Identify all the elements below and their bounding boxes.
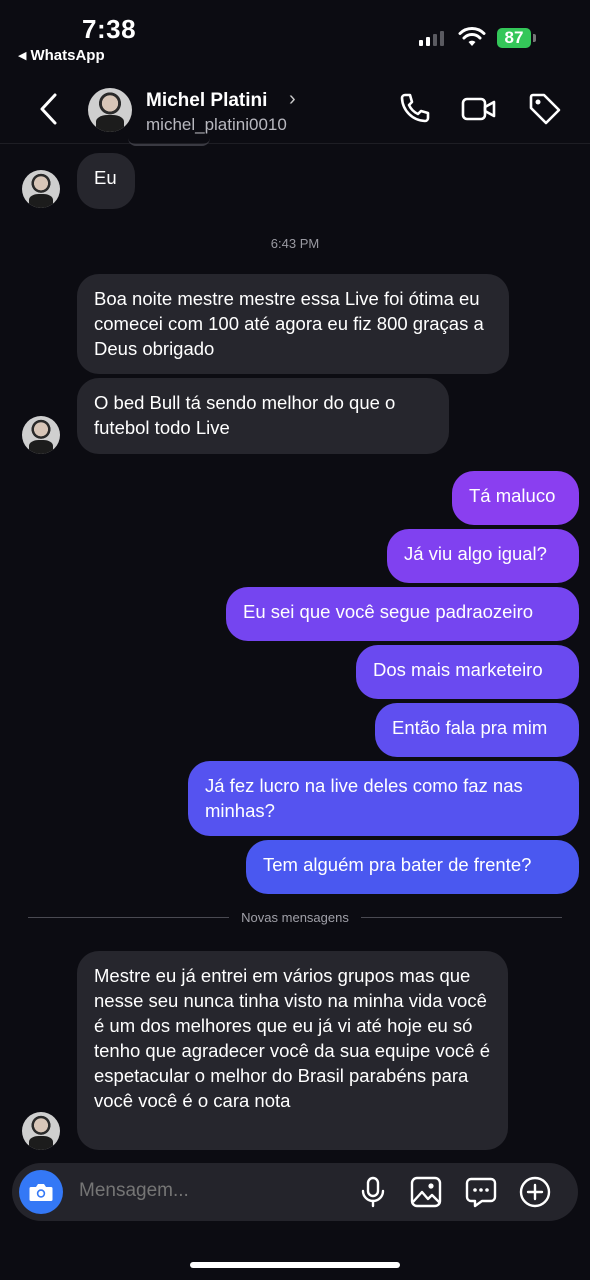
message-outgoing[interactable]: Tem alguém pra bater de frente? <box>246 840 579 894</box>
battery-indicator: 87 <box>497 28 531 48</box>
message-outgoing[interactable]: Já fez lucro na live deles como faz nas … <box>188 761 579 836</box>
contact-username[interactable]: michel_platini0010 <box>146 115 287 135</box>
message-outgoing[interactable]: Eu sei que você segue padraozeiro <box>226 587 579 641</box>
sender-avatar[interactable] <box>22 416 60 454</box>
contact-avatar[interactable] <box>88 88 132 132</box>
new-messages-divider: Novas mensagens <box>28 909 563 925</box>
message-outgoing[interactable]: Dos mais marketeiro <box>356 645 579 699</box>
clock: 7:38 <box>82 14 137 44</box>
new-messages-label: Novas mensagens <box>241 909 349 925</box>
message-input[interactable] <box>77 1179 341 1203</box>
message-incoming[interactable]: Eu <box>77 153 135 209</box>
tag-icon[interactable] <box>527 91 563 127</box>
add-icon[interactable] <box>518 1175 552 1209</box>
message-incoming[interactable]: Mestre eu já entrei em vários grupos mas… <box>77 951 508 1150</box>
status-bar: 7:38 ◀ WhatsApp 87 <box>0 0 590 70</box>
back-to-app-link[interactable]: ◀ WhatsApp <box>18 47 105 64</box>
contact-name[interactable]: Michel Platini <box>146 90 267 112</box>
message-incoming[interactable]: Boa noite mestre mestre essa Live foi ót… <box>77 274 509 374</box>
gallery-icon[interactable] <box>409 1175 443 1209</box>
video-call-icon[interactable] <box>461 91 497 127</box>
message-incoming[interactable]: O bed Bull tá sendo melhor do que o fute… <box>77 378 449 454</box>
sender-avatar[interactable] <box>22 1112 60 1150</box>
divider-line <box>360 916 563 918</box>
battery-cap <box>533 34 536 42</box>
camera-button[interactable] <box>19 1170 63 1214</box>
back-triangle-icon: ◀ <box>18 50 27 62</box>
cellular-signal-icon <box>419 30 444 46</box>
chat-header: Michel Platini › michel_platini0010 <box>0 75 590 144</box>
message-composer <box>12 1163 578 1221</box>
phone-icon[interactable] <box>396 91 432 127</box>
home-indicator[interactable] <box>190 1262 400 1268</box>
message-outgoing[interactable]: Tá maluco <box>452 471 579 525</box>
partial-message-edge <box>128 138 210 146</box>
camera-icon <box>29 1184 53 1201</box>
message-outgoing[interactable]: Então fala pra mim <box>375 703 579 757</box>
wifi-icon <box>458 27 486 46</box>
message-timestamp: 6:43 PM <box>270 236 320 251</box>
back-app-label: WhatsApp <box>30 47 105 64</box>
sticker-chat-icon[interactable] <box>464 1175 498 1209</box>
back-chevron-icon[interactable] <box>30 89 70 129</box>
message-outgoing[interactable]: Já viu algo igual? <box>387 529 579 583</box>
microphone-icon[interactable] <box>356 1175 390 1209</box>
sender-avatar[interactable] <box>22 170 60 208</box>
chevron-right-icon[interactable]: › <box>289 88 296 111</box>
divider-line <box>28 916 230 918</box>
